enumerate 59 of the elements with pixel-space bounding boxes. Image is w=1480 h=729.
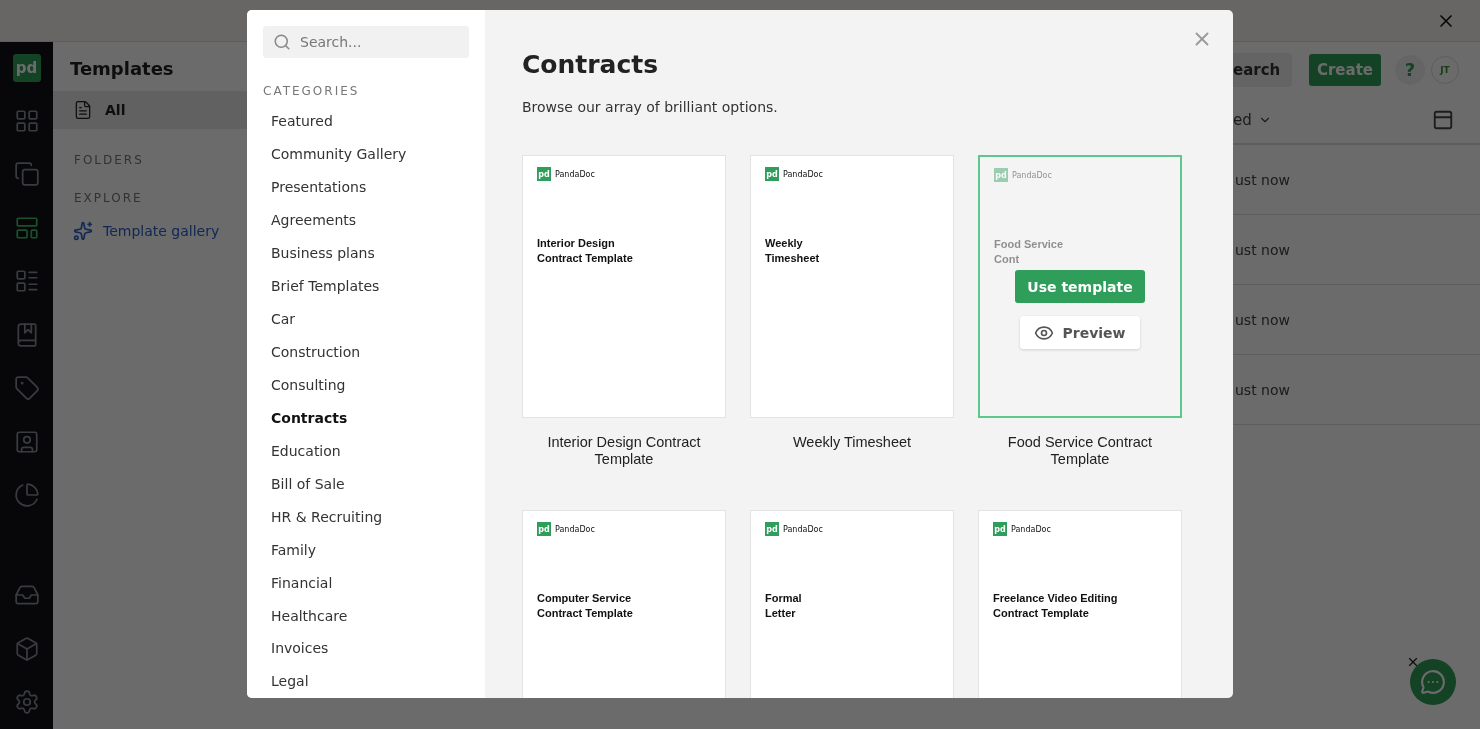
document-icon	[73, 100, 93, 120]
category-item[interactable]: Construction	[263, 335, 469, 369]
category-item[interactable]: Consulting	[263, 368, 469, 402]
template-card[interactable]: pd PandaDoc Formal Letter	[750, 510, 954, 698]
category-item[interactable]: Brief Templates	[263, 269, 469, 303]
search-field[interactable]: Search...	[263, 26, 469, 58]
brand-name: PandaDoc	[555, 524, 595, 534]
template-card[interactable]: pd PandaDoc Computer Service Contract Template	[522, 510, 726, 698]
brand-name: PandaDoc	[783, 524, 823, 534]
category-item[interactable]: Healthcare	[263, 599, 469, 632]
document-title: Food Service Cont	[994, 237, 1065, 267]
category-item[interactable]: Agreements	[263, 203, 469, 237]
category-item[interactable]: Financial	[263, 566, 469, 600]
modal-subtitle: Browse our array of brilliant options.	[522, 99, 779, 115]
template-name: Interior Design Contract Template	[546, 434, 702, 468]
template-card[interactable]: pd PandaDoc Interior Design Contract Template	[522, 155, 726, 418]
category-item[interactable]: Car	[263, 302, 469, 336]
brand-logo: pd	[537, 522, 551, 536]
category-item[interactable]: Education	[263, 434, 469, 468]
brand-logo: pd	[537, 167, 551, 181]
document-title: Weekly Timesheet	[765, 236, 821, 266]
document-title: Computer Service Contract Template	[537, 591, 634, 621]
preview-button[interactable]: Preview	[1020, 316, 1140, 349]
brand-name: PandaDoc	[555, 169, 595, 179]
category-item[interactable]: HR & Recruiting	[263, 500, 469, 534]
modified-time: ust now	[1235, 311, 1290, 328]
modified-time: ust now	[1235, 241, 1290, 258]
template-name: Weekly Timesheet	[791, 434, 913, 451]
category-item[interactable]: Invoices	[263, 632, 469, 665]
brand-logo: pd	[993, 522, 1007, 536]
close-icon[interactable]	[1406, 655, 1420, 669]
template-card[interactable]: pd PandaDoc Food Service Cont Use template Preview	[978, 155, 1182, 418]
sparkle-icon	[73, 221, 93, 241]
modified-time: ust now	[1235, 171, 1290, 188]
template-card[interactable]: pd PandaDoc Freelance Video Editing Contract Template	[978, 510, 1182, 698]
modal-title: Contracts	[522, 50, 660, 79]
template-name: Food Service Contract Template	[1006, 434, 1154, 468]
category-item[interactable]: Community Gallery	[263, 137, 469, 171]
modified-time: ust now	[1235, 381, 1290, 398]
category-item[interactable]: Contracts	[263, 401, 469, 435]
category-item[interactable]: Presentations	[263, 170, 469, 204]
document-title: Formal Letter	[765, 591, 803, 621]
template-card[interactable]: pd PandaDoc Weekly Timesheet	[750, 155, 954, 418]
category-item[interactable]: Legal	[263, 664, 469, 698]
category-item[interactable]: Bill of Sale	[263, 467, 469, 501]
category-item[interactable]: Family	[263, 533, 469, 567]
document-title: Interior Design Contract Template	[537, 236, 634, 266]
search-icon	[273, 33, 291, 51]
brand-logo: pd	[765, 167, 779, 181]
chat-icon	[1420, 669, 1446, 695]
brand-logo: pd	[994, 168, 1008, 182]
category-item[interactable]: Business plans	[263, 236, 469, 270]
chat-button[interactable]	[1410, 659, 1456, 705]
view-toggle-icon[interactable]	[1432, 109, 1454, 131]
brand-name: PandaDoc	[1012, 170, 1052, 180]
brand-name: PandaDoc	[783, 169, 823, 179]
document-title: Freelance Video Editing Contract Template	[993, 591, 1119, 621]
brand-name: PandaDoc	[1011, 524, 1051, 534]
brand-logo: pd	[765, 522, 779, 536]
